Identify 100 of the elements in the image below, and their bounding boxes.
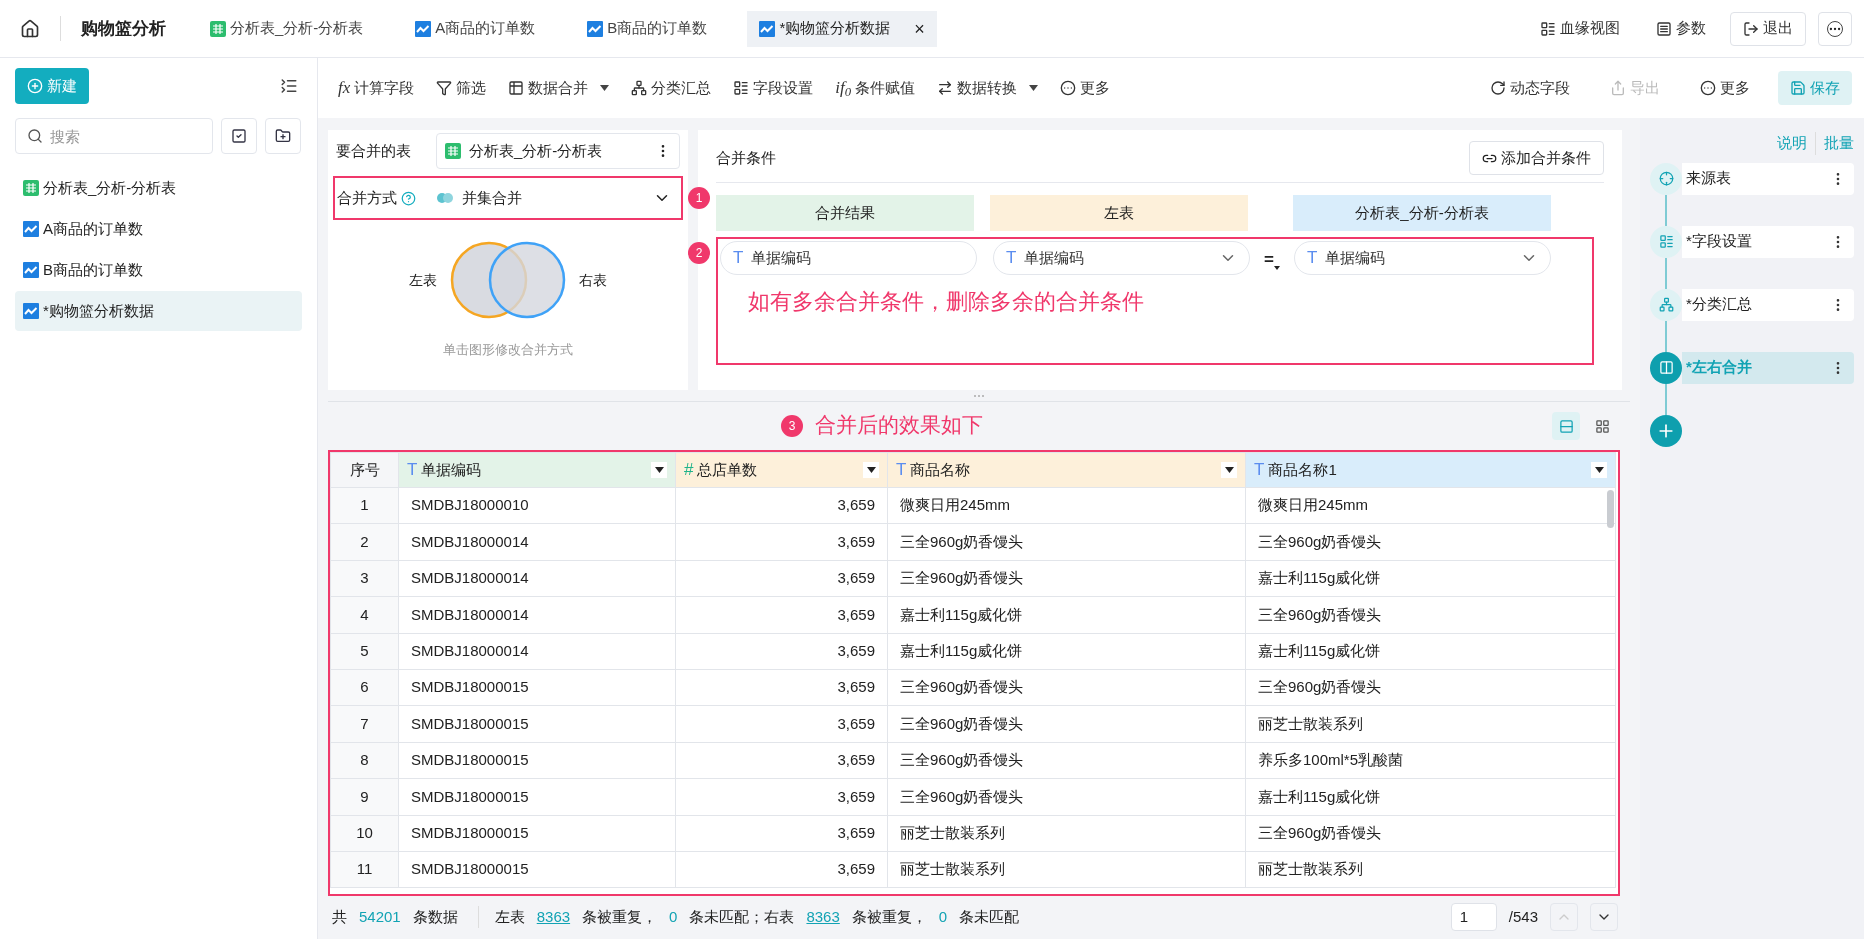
select-button[interactable] [221,118,257,154]
table-cell: 3,659 [675,851,888,888]
more-icon [1060,80,1077,96]
annotation-text: 如有多余合并条件，删除多余的合并条件 [748,288,1145,316]
table-cell: 嘉士利115g威化饼 [1245,633,1616,670]
count-text: 54201 [359,906,401,927]
sidebar-item[interactable]: *购物篮分析数据 [15,291,302,331]
tab[interactable]: *购物篮分析数据 × [747,10,937,47]
table-cell: SMDBJ18000014 [398,633,676,670]
column-header: 分析表_分析-分析表 [1293,195,1551,231]
table-cell: 11 [330,851,399,888]
table-cell: 3,659 [675,596,888,634]
home-icon[interactable] [20,18,40,39]
dropdown-button[interactable] [651,462,667,478]
top-action-button[interactable]: 血缘视图 [1528,11,1632,46]
search-icon [27,128,43,144]
next-page-button[interactable] [1590,903,1618,931]
tab[interactable]: 分析表_分析-分析表 [198,10,376,47]
count-text: 0 [669,906,678,927]
toolbar-button[interactable]: 更多 [1688,71,1762,105]
step-item[interactable]: *分类汇总 [1682,288,1854,321]
caret-icon [1273,266,1280,270]
add-step-button[interactable] [1650,414,1682,447]
table-cell: 养乐多100ml*5乳酸菌 [1245,742,1616,779]
column-header[interactable]: 序号 [330,452,399,488]
table-cell: 三全960g奶香馒头 [887,778,1246,815]
toolbar-button[interactable]: 动态字段 [1478,71,1582,105]
new-folder-button[interactable] [265,118,301,154]
sidebar-item[interactable]: 分析表_分析-分析表 [15,168,302,208]
top-action-button[interactable]: 退出 [1730,11,1806,46]
column-header[interactable]: # 总店单数 [675,452,888,488]
venn-diagram-drawing[interactable] [449,240,567,320]
table-cell: SMDBJ18000014 [398,596,676,634]
view-toggle-button[interactable] [1552,412,1580,440]
line-chart-icon [759,20,776,37]
table-cell: SMDBJ18000010 [398,487,676,524]
line-chart-icon [23,262,39,278]
table-cell: 三全960g奶香馒头 [887,705,1246,743]
merge-mode-select[interactable]: 并集合并 [428,180,679,216]
hierarchy-icon [631,80,648,96]
sidebar-item[interactable]: B商品的订单数 [15,250,302,290]
add-condition-button[interactable]: 添加合并条件 [1469,141,1604,175]
status-text: 左表 [477,905,525,929]
step-item[interactable]: *字段设置 [1682,225,1854,258]
more-button[interactable] [1818,11,1852,46]
table-select[interactable]: 分析表_分析-分析表 [436,133,680,169]
table-cell: 3,659 [675,523,888,561]
result-field[interactable]: T 单据编码 [720,241,977,275]
resize-handle-icon[interactable] [974,394,984,397]
top-action-button[interactable]: 参数 [1644,11,1718,46]
toolbar-button[interactable]: fx 计算字段 [330,71,423,105]
left-field-select[interactable]: T 单据编码 [993,241,1250,275]
operator-select[interactable]: = [1262,245,1282,271]
dropdown-button[interactable] [863,462,879,478]
tab[interactable]: A商品的订单数 [403,10,548,47]
status-text: 共 [332,906,347,927]
caret-icon [1594,467,1604,473]
table-cell: 3,659 [675,487,888,524]
column-header[interactable]: T 商品名称 [887,452,1246,488]
table-cell: 3,659 [675,778,888,815]
caret-icon [654,467,664,473]
annotation-marker: 2 [688,242,710,264]
collapse-icon[interactable] [280,77,298,95]
toolbar-button[interactable]: if$_{0}$ 条件赋值 [827,71,924,105]
line-chart-icon [23,303,39,319]
column-header[interactable]: T 商品名称1 [1245,452,1616,488]
table-cell: 三全960g奶香馒头 [1245,815,1616,852]
table-cell: 10 [330,815,399,852]
tab[interactable]: B商品的订单数 [575,10,720,47]
step-item[interactable]: 来源表 [1682,162,1854,195]
convert-icon [937,80,954,96]
dropdown-button[interactable] [1221,462,1237,478]
more-icon [1700,80,1716,96]
toolbar-button[interactable]: 更多 [1052,71,1119,105]
table-cell: 丽芝士散装系列 [887,851,1246,888]
column-header[interactable]: T 单据编码 [398,452,676,488]
sidebar-item[interactable]: A商品的订单数 [15,209,302,249]
toolbar-button[interactable]: 字段设置 [725,71,822,105]
toolbar-button[interactable]: 数据转换 [929,71,1047,105]
field-type-icon: T [407,457,418,483]
toolbar-button[interactable]: 筛选 [428,71,495,105]
close-icon[interactable]: × [914,19,925,38]
table-cell: SMDBJ18000015 [398,815,676,852]
annotation-marker: 1 [688,187,710,209]
text-type-icon: T [1006,245,1017,271]
help-icon[interactable] [401,190,416,206]
line-chart-icon [587,20,604,37]
toolbar-button[interactable]: 分类汇总 [623,71,720,105]
status-text: 条数据 [412,906,458,927]
page-field[interactable]: 1 [1450,903,1497,931]
table-cell: 7 [330,705,399,743]
scrollbar-thumb[interactable] [1607,490,1614,528]
right-field-select[interactable]: T 单据编码 [1293,241,1551,275]
table-cell: 3,659 [675,705,888,743]
filter-icon [436,80,453,96]
table-cell: 嘉士利115g威化饼 [887,596,1246,634]
search-field[interactable]: 搜索 [15,118,213,154]
dropdown-button[interactable] [1591,462,1607,478]
caret-icon [1224,467,1234,473]
toolbar-button[interactable]: 数据合并 [500,71,618,105]
